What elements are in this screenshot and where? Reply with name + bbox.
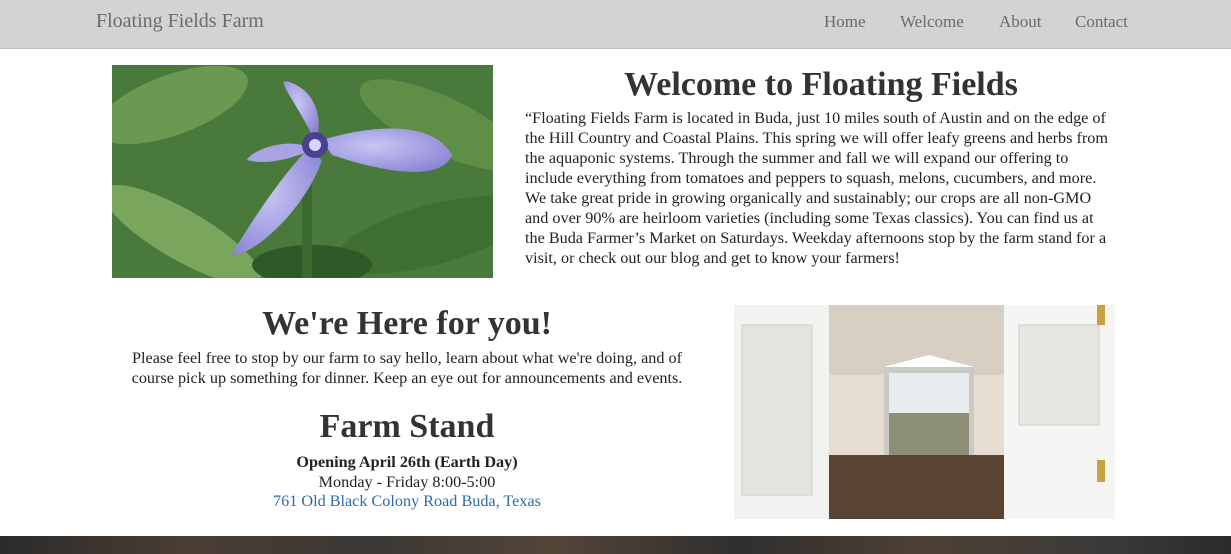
nav-welcome[interactable]: Welcome: [900, 12, 964, 32]
nav-home[interactable]: Home: [824, 12, 866, 32]
address-link[interactable]: 761 Old Black Colony Road Buda, Texas: [112, 492, 702, 511]
greenhouse-interior-photo: [734, 305, 1115, 519]
nav-contact[interactable]: Contact: [1075, 12, 1128, 32]
footer-photo-banner: [0, 536, 1231, 554]
farm-stand-heading: Farm Stand: [319, 408, 495, 445]
here-paragraph: Please feel free to stop by our farm to …: [131, 349, 683, 387]
brand-link[interactable]: Floating Fields Farm: [96, 10, 264, 33]
opening-date: Opening April 26th (Earth Day): [296, 453, 518, 471]
top-navbar: Floating Fields Farm Home Welcome About …: [0, 0, 1231, 49]
welcome-heading: Welcome to Floating Fields: [624, 66, 1018, 103]
nav-about[interactable]: About: [999, 12, 1042, 32]
welcome-paragraph: “Floating Fields Farm is located in Buda…: [525, 109, 1108, 267]
iris-flower-photo: [112, 65, 493, 278]
here-heading: We're Here for you!: [262, 305, 552, 342]
stand-hours: Monday - Friday 8:00-5:00: [318, 473, 496, 491]
